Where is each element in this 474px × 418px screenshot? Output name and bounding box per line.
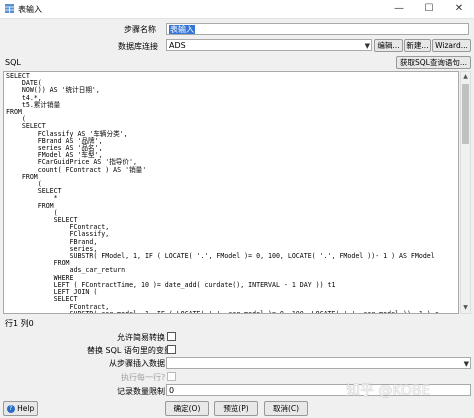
sql-line: ( — [6, 180, 42, 189]
step-name-input[interactable]: 表输入 — [166, 23, 469, 35]
sql-line: SELECT — [6, 187, 62, 196]
ok-button[interactable]: 确定(O) — [165, 401, 209, 416]
cursor-position: 行1 列0 — [5, 319, 34, 328]
sql-line: count( FContract ) AS '销量' — [6, 165, 147, 174]
get-sql-button[interactable]: 获取SQL查询语句... — [396, 56, 471, 69]
sql-vertical-scrollbar[interactable]: ▲ ▼ — [460, 71, 471, 314]
step-name-label: 步骤名称 — [124, 25, 156, 34]
sql-line: FROM — [6, 172, 38, 181]
wizard-button[interactable]: Wizard... — [432, 39, 471, 52]
execute-each-row-checkbox[interactable] — [167, 372, 176, 381]
sql-line: FROM — [6, 201, 54, 210]
help-icon: ? — [6, 405, 15, 413]
new-connection-button[interactable]: 新建... — [404, 39, 431, 52]
limit-label: 记录数量限制 — [117, 387, 165, 396]
help-button[interactable]: ? Help — [3, 401, 38, 416]
watermark: 知乎 @KOBE — [346, 383, 431, 399]
chevron-down-icon: ▼ — [463, 360, 469, 368]
limit-value: 0 — [169, 386, 175, 395]
close-button[interactable]: ✕ — [444, 0, 474, 18]
title-bar: 表输入 — ☐ ✕ — [0, 0, 474, 19]
cancel-button[interactable]: 取消(C) — [264, 401, 308, 416]
sql-line: * — [6, 194, 58, 203]
sql-line: ( — [6, 115, 26, 124]
replace-variables-checkbox[interactable] — [167, 345, 176, 354]
sql-line: SUBSTR( car_model, 1, IF ( LOCATE( '.', … — [6, 309, 439, 314]
sql-line: FROM — [6, 108, 22, 117]
connection-label: 数据库连接 — [118, 42, 158, 51]
sql-line: NOW()) AS '统计日期', — [6, 86, 100, 95]
sql-line: t5.累计销量 — [6, 100, 61, 109]
sql-line: SELECT — [6, 72, 30, 80]
table-input-icon — [5, 4, 14, 13]
lazy-conversion-checkbox[interactable] — [167, 332, 176, 341]
lazy-conversion-label: 允许简易转换 — [117, 333, 165, 342]
connection-select[interactable]: ADS ▼ — [166, 39, 372, 51]
replace-variables-label: 替换 SQL 语句里的变量 — [87, 346, 172, 355]
chevron-down-icon: ▼ — [364, 42, 370, 50]
minimize-button[interactable]: — — [384, 0, 414, 18]
edit-connection-button[interactable]: 编辑... — [374, 39, 403, 52]
insert-from-step-label: 从步骤插入数据 — [109, 359, 165, 368]
sql-label: SQL — [5, 58, 21, 67]
help-label: Help — [17, 404, 35, 413]
sql-line: t4.*, — [6, 93, 42, 102]
scroll-thumb[interactable] — [462, 84, 469, 144]
sql-code: SELECT DATE( NOW()) AS '统计日期', t4.*, t5.… — [6, 72, 439, 314]
maximize-button[interactable]: ☐ — [414, 0, 444, 18]
sql-editor[interactable]: SELECT DATE( NOW()) AS '统计日期', t4.*, t5.… — [3, 71, 459, 314]
preview-button[interactable]: 预览(P) — [214, 401, 258, 416]
execute-each-row-label: 执行每一行? — [121, 373, 166, 382]
window-title: 表输入 — [18, 5, 42, 14]
sql-line: SUBSTR( FModel, 1, IF ( LOCATE( '.', FMo… — [6, 252, 435, 261]
scroll-up-icon[interactable]: ▲ — [461, 72, 470, 82]
step-name-value: 表输入 — [169, 25, 195, 34]
insert-from-step-select[interactable]: ▼ — [166, 357, 471, 369]
connection-value: ADS — [169, 41, 186, 50]
scroll-down-icon[interactable]: ▼ — [461, 303, 470, 313]
